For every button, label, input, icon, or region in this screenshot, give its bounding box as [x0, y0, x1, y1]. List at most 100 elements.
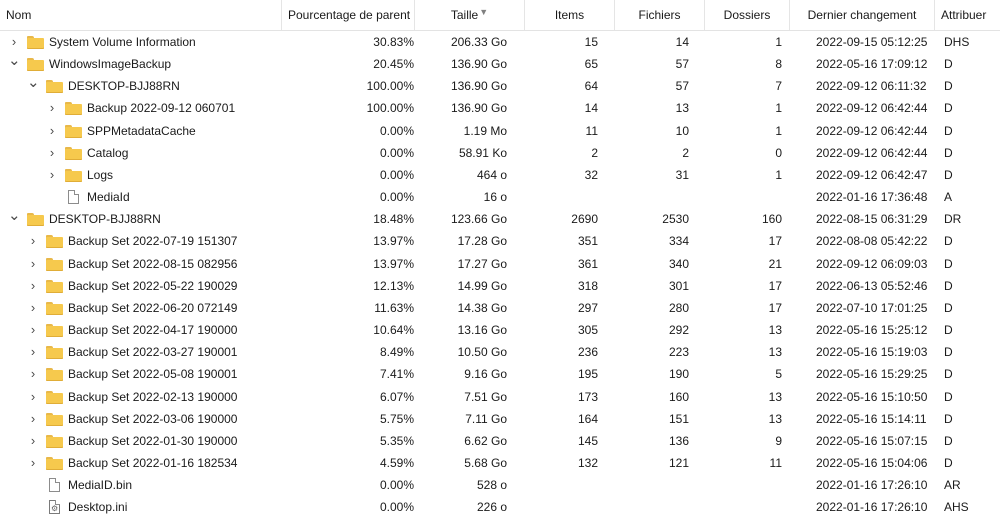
- cell-folders: 160: [761, 212, 782, 227]
- folder-icon: [46, 301, 63, 315]
- column-header-files[interactable]: Fichiers: [615, 0, 705, 30]
- chevron-right-icon[interactable]: ›: [27, 341, 39, 363]
- tree-row[interactable]: › Catalog 0.00% 58.91 Ko 2 2 0 2022-09-12 06:42…: [0, 142, 1000, 164]
- cell-folders: 17: [768, 234, 782, 249]
- cell-size: 58.91 Ko: [458, 145, 507, 160]
- folder-icon: [65, 124, 82, 138]
- cell-items: 173: [577, 389, 598, 404]
- folder-icon: [46, 390, 63, 404]
- cell-items: 318: [577, 278, 598, 293]
- cell-items: 65: [584, 57, 598, 72]
- cell-size: 6.62 Go: [464, 433, 507, 448]
- folder-icon: [46, 279, 63, 293]
- tree-row[interactable]: › Backup Set 2022-04-17 190000 10.64% 13.16…: [0, 319, 1000, 341]
- cell-attributes: D: [944, 167, 953, 182]
- tree-row[interactable]: MediaId 0.00% 16 o 2022-01-16 17:36:48 A: [0, 186, 1000, 208]
- column-header-percent[interactable]: Pourcentage de parent: [282, 0, 415, 30]
- tree-row[interactable]: › Backup Set 2022-06-20 072149 11.63% 14.38…: [0, 297, 1000, 319]
- cell-modified: 2022-01-16 17:36:48: [816, 190, 928, 205]
- cell-files: 280: [668, 300, 689, 315]
- cell-size: 206.33 Go: [450, 35, 507, 49]
- chevron-down-icon[interactable]: ⌄: [27, 75, 40, 97]
- column-header-items[interactable]: Items: [525, 0, 615, 30]
- chevron-right-icon[interactable]: ›: [27, 386, 39, 408]
- tree-row[interactable]: › Backup Set 2022-02-13 190000 6.07% 7.51 G…: [0, 386, 1000, 408]
- cell-attributes: D: [944, 433, 953, 448]
- tree-row[interactable]: › Backup Set 2022-05-22 190029 12.13% 14.99…: [0, 275, 1000, 297]
- cell-percent: 18.48%: [373, 212, 414, 227]
- tree-row[interactable]: › SPPMetadataCache 0.00% 1.19 Mo 11 10 1 2022-0…: [0, 120, 1000, 142]
- tree-row[interactable]: MediaID.bin 0.00% 528 o 2022-01-16 17:26:10…: [0, 474, 1000, 496]
- cell-modified: 2022-01-16 17:26:10: [816, 500, 928, 515]
- folder-icon: [46, 80, 63, 94]
- cell-items: [525, 496, 598, 518]
- column-header-folders[interactable]: Dossiers: [705, 0, 790, 30]
- cell-attributes: AR: [944, 478, 961, 493]
- tree-row[interactable]: ⚙ Desktop.ini 0.00% 226 o 2022-01-16 17:26:1…: [0, 496, 1000, 518]
- tree-row[interactable]: ⌄ DESKTOP-BJJ88RN 100.00% 136.90 Go 64 57 7 202…: [0, 75, 1000, 97]
- chevron-right-icon[interactable]: ›: [8, 31, 20, 53]
- cell-items: 132: [577, 455, 598, 470]
- tree-row[interactable]: › Backup 2022-09-12 060701 100.00% 136.90 G…: [0, 97, 1000, 119]
- cell-modified: 2022-05-16 15:07:15: [816, 433, 928, 448]
- cell-percent: 13.97%: [373, 234, 414, 249]
- chevron-right-icon[interactable]: ›: [27, 430, 39, 452]
- tree-row[interactable]: › Backup Set 2022-05-08 190001 7.41% 9.16 G…: [0, 363, 1000, 385]
- cell-folders: [705, 496, 782, 518]
- column-header-size[interactable]: Taille▼: [415, 0, 525, 30]
- cell-items: 297: [577, 300, 598, 315]
- row-name: Logs: [87, 167, 114, 182]
- cell-percent: 100.00%: [366, 79, 414, 94]
- cell-files: [615, 496, 689, 518]
- cell-attributes: D: [944, 323, 953, 338]
- cell-modified: 2022-09-12 06:42:44: [816, 101, 928, 116]
- row-name: Catalog: [87, 145, 129, 160]
- cell-files: [615, 474, 689, 496]
- cell-size: 9.16 Go: [464, 367, 507, 382]
- chevron-right-icon[interactable]: ›: [46, 142, 58, 164]
- tree-row[interactable]: › Backup Set 2022-03-06 190000 5.75% 7.11 G…: [0, 408, 1000, 430]
- tree-row[interactable]: › Backup Set 2022-03-27 190001 8.49% 10.50 …: [0, 341, 1000, 363]
- cell-items: 351: [577, 234, 598, 249]
- chevron-right-icon[interactable]: ›: [27, 230, 39, 252]
- row-name: Backup Set 2022-02-13 190000: [68, 389, 238, 404]
- chevron-right-icon[interactable]: ›: [27, 452, 39, 474]
- cell-modified: 2022-01-16 17:26:10: [816, 478, 928, 493]
- tree-row[interactable]: › Backup Set 2022-08-15 082956 13.97% 17.27…: [0, 253, 1000, 275]
- chevron-right-icon[interactable]: ›: [27, 319, 39, 341]
- folder-icon: [46, 456, 63, 470]
- row-name: SPPMetadataCache: [87, 123, 196, 138]
- tree-row[interactable]: › Backup Set 2022-01-16 182534 4.59% 5.68 G…: [0, 452, 1000, 474]
- row-name: MediaId: [87, 190, 130, 205]
- tree-row[interactable]: › Backup Set 2022-01-30 190000 5.35% 6.62 G…: [0, 430, 1000, 452]
- cell-size: 7.51 Go: [464, 389, 507, 404]
- chevron-right-icon[interactable]: ›: [27, 253, 39, 275]
- cell-modified: 2022-09-12 06:42:47: [816, 167, 928, 182]
- cell-attributes: D: [944, 278, 953, 293]
- cell-files: 57: [675, 79, 689, 94]
- settings-file-icon: ⚙: [49, 500, 60, 515]
- chevron-down-icon[interactable]: ⌄: [8, 208, 21, 230]
- tree-row[interactable]: › Logs 0.00% 464 o 32 31 1 2022-09-12 06:42:47 D: [0, 164, 1000, 186]
- chevron-right-icon[interactable]: ›: [27, 275, 39, 297]
- chevron-right-icon[interactable]: ›: [46, 97, 58, 119]
- column-header-attributes[interactable]: Attribuer: [935, 0, 1000, 30]
- tree-row[interactable]: › Backup Set 2022-07-19 151307 13.97% 17.28…: [0, 230, 1000, 252]
- chevron-down-icon[interactable]: ⌄: [8, 53, 21, 75]
- chevron-right-icon[interactable]: ›: [46, 164, 58, 186]
- chevron-right-icon[interactable]: ›: [46, 120, 58, 142]
- cell-modified: 2022-05-16 17:09:12: [816, 57, 928, 72]
- gear-icon: ⚙: [51, 504, 59, 514]
- chevron-right-icon[interactable]: ›: [27, 408, 39, 430]
- cell-modified: 2022-09-12 06:42:44: [816, 145, 928, 160]
- row-name: MediaID.bin: [68, 478, 133, 493]
- folder-icon: [65, 168, 82, 182]
- chevron-right-icon[interactable]: ›: [27, 363, 39, 385]
- tree-row[interactable]: ⌄ DESKTOP-BJJ88RN 18.48% 123.66 Go 2690 2530 1…: [0, 208, 1000, 230]
- column-header-modified[interactable]: Dernier changement: [790, 0, 935, 30]
- tree-row[interactable]: ⌄ WindowsImageBackup 20.45% 136.90 Go 65 57 8 2…: [0, 53, 1000, 75]
- chevron-right-icon[interactable]: ›: [27, 297, 39, 319]
- tree-row[interactable]: › System Volume Information 30.83% 206.33 G…: [0, 31, 1000, 53]
- cell-modified: 2022-05-16 15:14:11: [816, 411, 927, 426]
- column-header-name[interactable]: Nom: [0, 0, 282, 30]
